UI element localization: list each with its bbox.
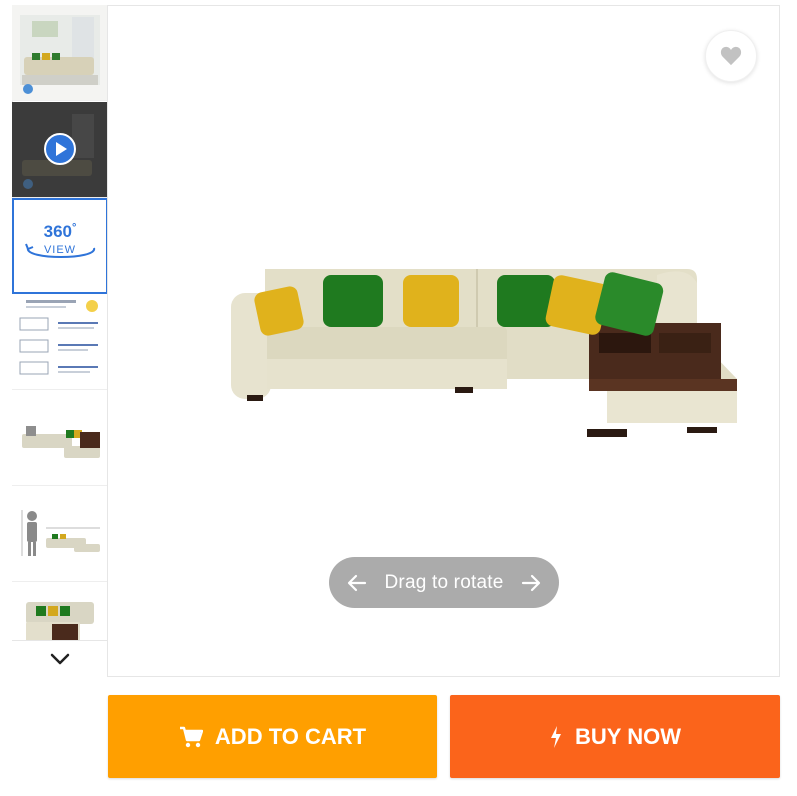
scale-person-image (12, 486, 107, 581)
drag-to-rotate-hint[interactable]: Drag to rotate (329, 557, 559, 608)
arrow-right-icon (521, 574, 541, 591)
drag-to-rotate-label: Drag to rotate (384, 571, 504, 593)
lightning-icon (549, 725, 563, 748)
wishlist-button[interactable] (705, 30, 757, 82)
thumb-scale-person[interactable] (12, 486, 107, 582)
thumb-dimensions-sheet[interactable] (12, 294, 107, 390)
buy-now-label: BUY NOW (575, 723, 681, 749)
cart-icon (179, 726, 203, 748)
thumb-room-sofa[interactable] (12, 5, 107, 101)
add-to-cart-label: ADD TO CART (214, 723, 367, 749)
play-icon (44, 133, 76, 165)
sofa-product-image (231, 269, 737, 437)
view-360-sublabel: VIEW (43, 244, 77, 256)
buy-now-button[interactable]: BUY NOW (450, 695, 780, 778)
thumbnail-strip: 360° VIEW (12, 5, 108, 677)
add-to-cart-button[interactable]: ADD TO CART (108, 695, 437, 778)
thumb-video[interactable] (12, 102, 107, 198)
thumb-side-view[interactable] (12, 390, 107, 486)
heart-icon (720, 46, 742, 66)
arrow-left-icon (347, 574, 367, 591)
side-view-image (12, 390, 107, 485)
chevron-down-icon (50, 653, 70, 665)
room-sofa-image (12, 5, 107, 100)
thumb-360-view[interactable]: 360° VIEW (12, 198, 107, 294)
dimensions-sheet-image (12, 294, 107, 389)
thumbnails-scroll-down-button[interactable] (12, 640, 107, 677)
